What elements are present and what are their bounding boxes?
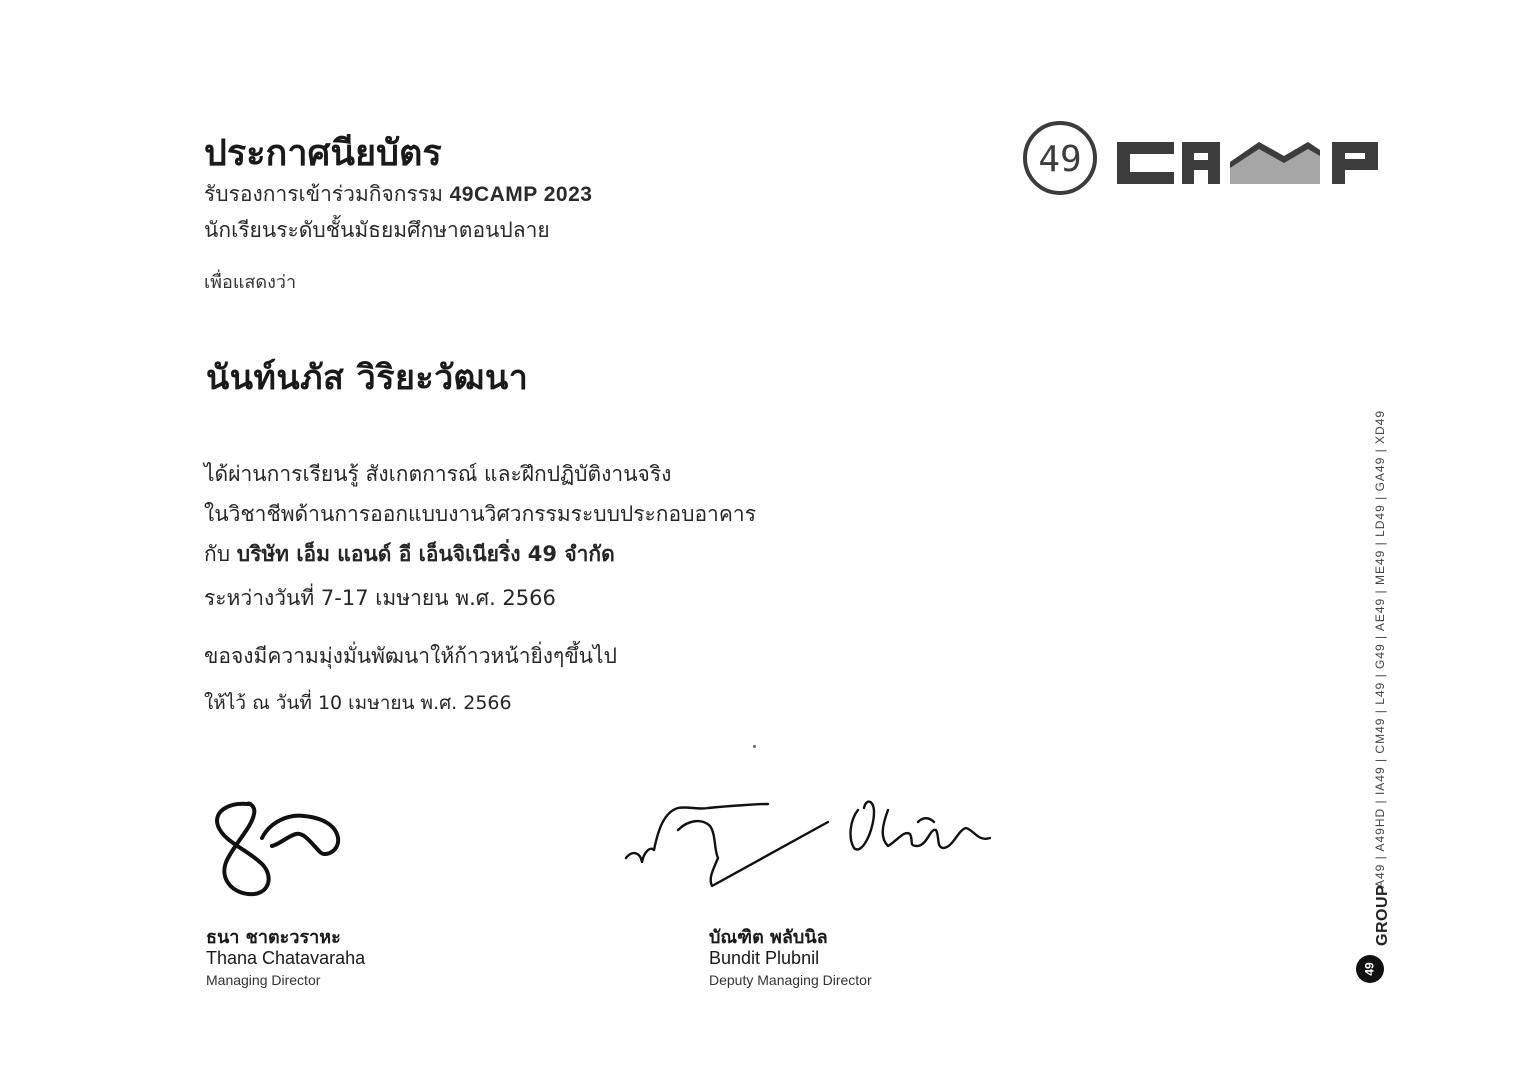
- certificate-subtitle-line2: นักเรียนระดับชั้นมัธยมศึกษาตอนปลาย: [204, 218, 550, 242]
- body-line-3: กับ บริษัท เอ็ม แอนด์ อี เอ็นจิเนียริ่ง …: [204, 538, 615, 571]
- subtitle-prefix: รับรองการเข้าร่วมกิจกรรม: [204, 182, 443, 206]
- signature-1-drawing: [215, 801, 341, 897]
- logo-letter-p: [1332, 142, 1378, 184]
- group-word: GROUP: [1374, 884, 1391, 946]
- ink-dot: [753, 745, 756, 748]
- body-line-4: ระหว่างวันที่ 7-17 เมษายน พ.ศ. 2566: [204, 586, 556, 610]
- body-line-1: ได้ผ่านการเรียนรู้ สังเกตการณ์ และฝึกปฏิ…: [204, 462, 672, 486]
- certificate-intro: เพื่อแสดงว่า: [204, 272, 297, 293]
- group-companies-list: A49 | A49HD | IA49 | CM49 | L49 | G49 | …: [1373, 409, 1387, 888]
- logo-letter-a: [1182, 142, 1220, 184]
- signature-2: [618, 790, 998, 894]
- subtitle-event: 49CAMP 2023: [449, 183, 593, 206]
- certificate-title: ประกาศนียบัตร: [204, 133, 442, 174]
- signatory-2-name-en: Bundit Plubnil: [709, 948, 820, 968]
- signatory-2-role: Deputy Managing Director: [709, 972, 872, 988]
- body-line-3-prefix: กับ: [204, 542, 231, 566]
- issue-date: ให้ไว้ ณ วันที่ 10 เมษายน พ.ศ. 2566: [204, 692, 512, 714]
- signatory-2-name-th: บัณฑิต พลับนิล: [709, 927, 828, 948]
- signatory-1-role: Managing Director: [206, 972, 321, 988]
- group-badge: 49: [1356, 955, 1384, 983]
- body-line-5: ขอจงมีความมุ่งมั่นพัฒนาให้ก้าวหน้ายิ่งๆข…: [204, 644, 617, 668]
- camp-logo-mark: 49: [1023, 121, 1378, 195]
- body-line-2: ในวิชาชีพด้านการออกแบบงานวิศวกรรมระบบประ…: [204, 502, 756, 526]
- signature-2-drawing: [624, 800, 992, 888]
- group-badge-number: 49: [1362, 962, 1377, 976]
- signatory-1-name-th: ธนา ชาตะวราหะ: [206, 927, 341, 948]
- company-name: บริษัท เอ็ม แอนด์ อี เอ็นจิเนียริ่ง 49 จ…: [236, 542, 615, 566]
- certificate-subtitle: รับรองการเข้าร่วมกิจกรรม 49CAMP 2023: [204, 178, 592, 211]
- signature-1: [208, 792, 358, 911]
- recipient-name: นันท์นภัส วิริยะวัฒนา: [206, 358, 529, 398]
- camp-logo: 49: [1022, 120, 1382, 204]
- signatory-1-name-en: Thana Chatavaraha: [206, 948, 366, 968]
- logo-badge-number: 49: [1038, 139, 1081, 180]
- logo-letter-c: [1117, 142, 1174, 184]
